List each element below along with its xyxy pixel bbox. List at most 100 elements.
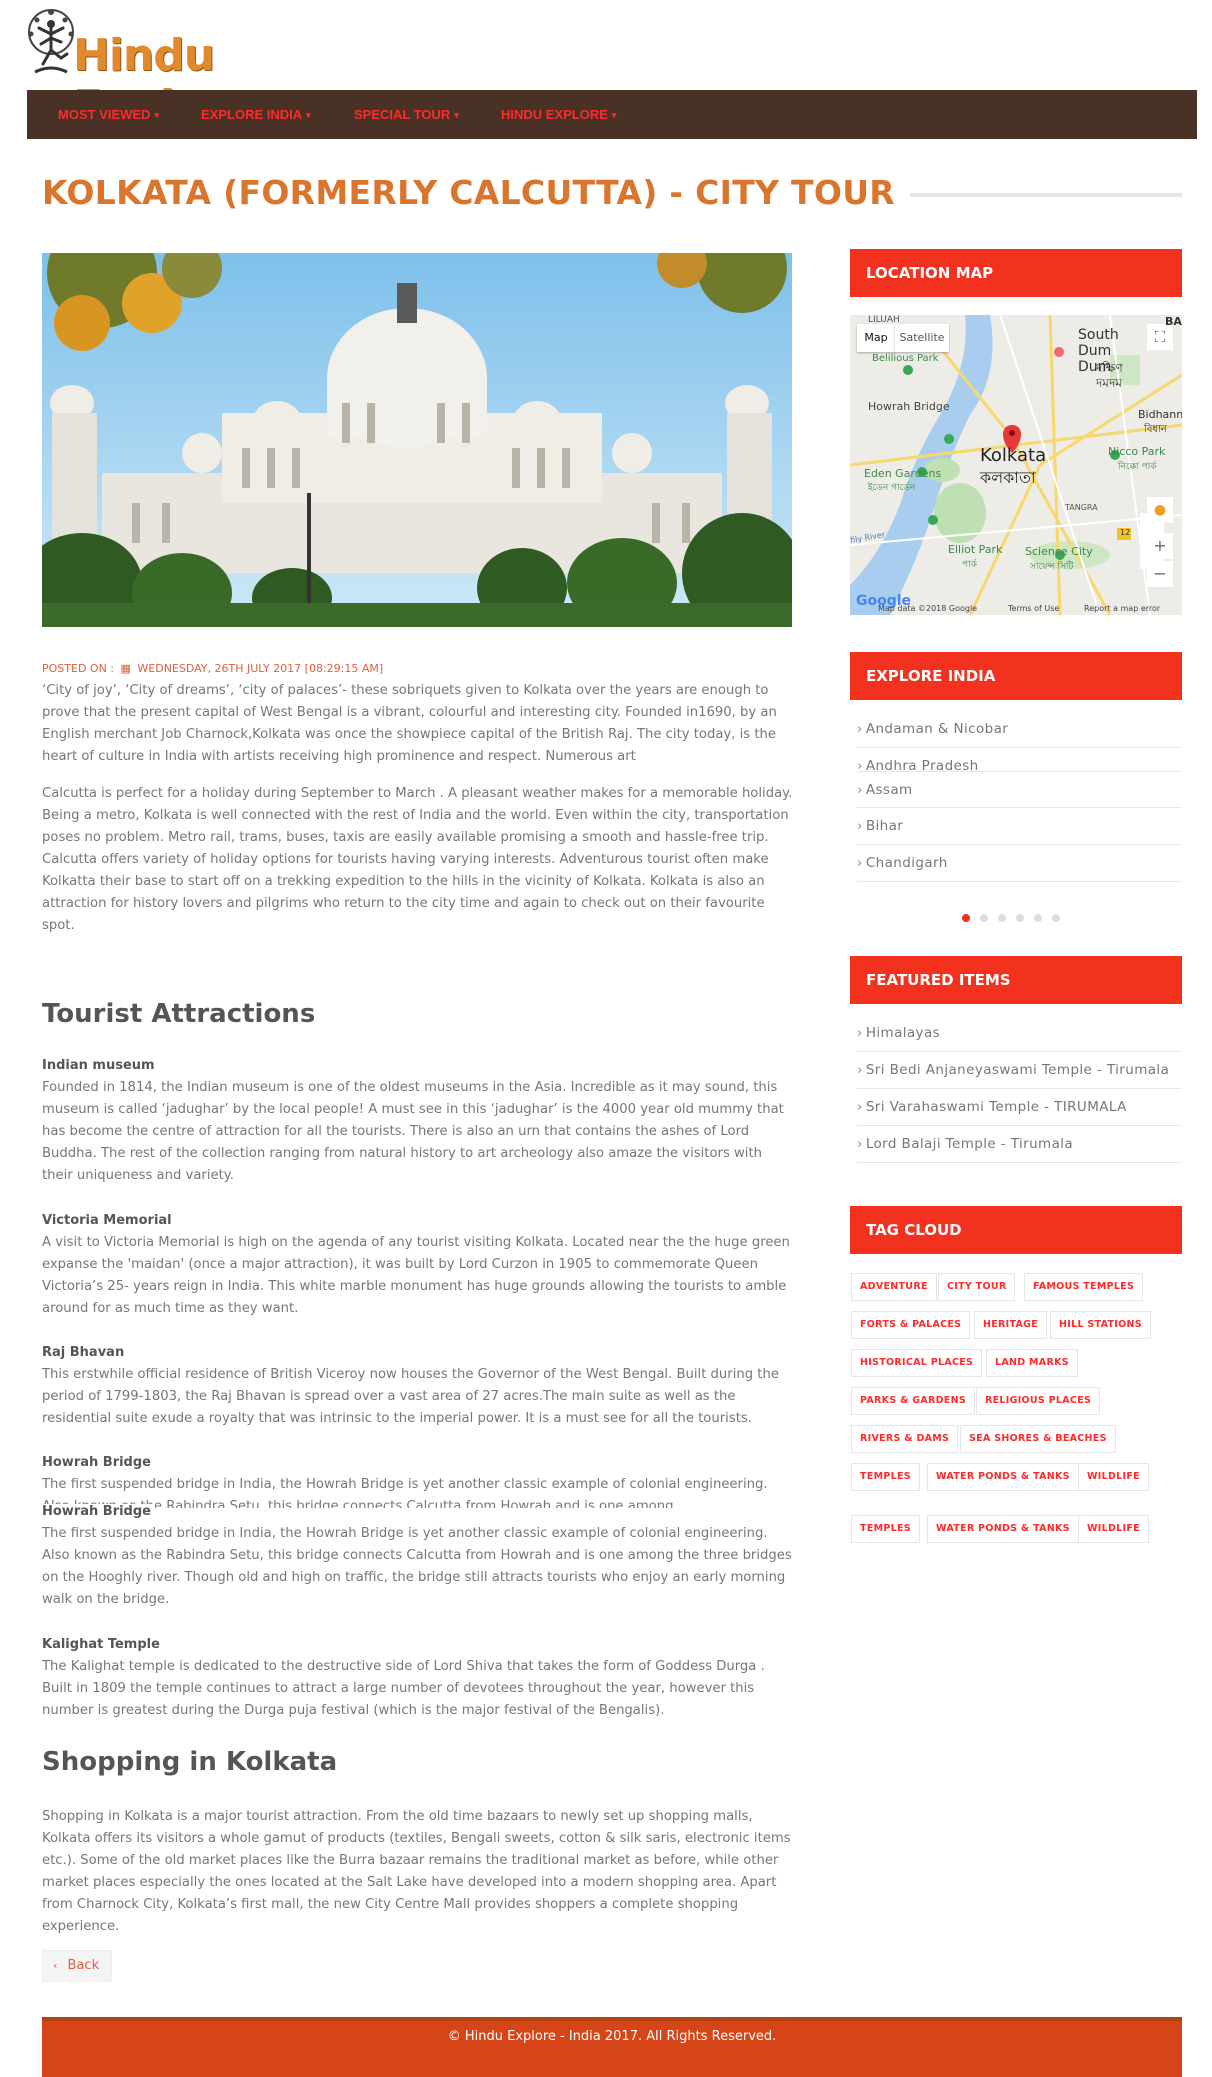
map-label: Eden Gardens [864,467,942,480]
zoom-out-button[interactable]: − [1147,561,1173,587]
carousel-dot-active[interactable] [962,914,970,922]
map-label: 12 [1120,528,1131,537]
map-label: Bidhann [1138,408,1182,421]
shopping-paragraph: Shopping in Kolkata is a major tourist a… [42,1809,791,1934]
tag-link[interactable]: TEMPLES [851,1463,920,1491]
tag-link[interactable]: CITY TOUR [938,1273,1016,1301]
attraction-text: Founded in 1814, the Indian museum is on… [42,1080,784,1183]
attraction-title: Howrah Bridge [42,1504,155,1519]
back-button[interactable]: ‹ Back [42,1950,112,1982]
tag-link[interactable]: FAMOUS TEMPLES [1024,1273,1144,1301]
intro-paragraph-1: ‘City of joy’, ‘City of dreams’, ‘city o… [42,683,777,764]
shopping-heading: Shopping in Kolkata [42,1747,338,1777]
nav-most-viewed[interactable]: MOST VIEWED ▾ [58,107,159,122]
chevron-left-icon: ‹ [53,1959,58,1972]
map-label: Howrah Bridge [868,400,950,413]
attraction-title: Victoria Memorial [42,1213,172,1228]
attraction-title: Indian museum [42,1058,155,1073]
featured-item[interactable]: › Himalayas [857,1015,1182,1052]
pegman-icon[interactable]: ● [1147,497,1173,523]
explore-india-item-label: Bihar [865,818,904,834]
explore-india-item[interactable]: › Chandigarh [857,845,1182,882]
featured-item-label: Himalayas [865,1025,941,1041]
attraction-text: This erstwhile official residence of Bri… [42,1367,779,1426]
featured-item[interactable]: › Lord Balaji Temple - Tirumala [857,1126,1182,1163]
chevron-right-icon: › [857,1062,863,1078]
explore-india-item[interactable]: › Andaman & Nicobar [857,711,1182,748]
nav-special-tour-label: SPECIAL TOUR [354,107,451,122]
map-label: পার্ক [962,560,978,570]
carousel-dot[interactable] [980,914,988,922]
explore-india-heading: EXPLORE INDIA [850,652,1182,700]
map-label: Nicco Park [1108,445,1166,458]
tag-link[interactable]: TEMPLES [851,1515,920,1543]
map-label: Kolkata [980,445,1047,466]
nav-hindu-explore-label: HINDU EXPLORE [501,107,608,122]
zoom-in-button[interactable]: + [1147,533,1173,559]
explore-india-item[interactable]: › Assam [857,771,1182,808]
tag-link[interactable]: WILDLIFE [1078,1463,1149,1491]
tag-link[interactable]: WATER PONDS & TANKS [927,1463,1079,1491]
map-label: সায়েন্স সিটি [1030,562,1074,572]
featured-item[interactable]: › Sri Varahaswami Temple - TIRUMALA [857,1089,1182,1126]
featured-item-label: Sri Varahaswami Temple - TIRUMALA [865,1099,1127,1115]
map-type-map-button[interactable]: Map [857,324,895,352]
location-map-heading: LOCATION MAP [850,249,1182,297]
tag-link[interactable]: SEA SHORES & BEACHES [960,1425,1116,1453]
chevron-right-icon: › [857,721,863,737]
attractions-heading: Tourist Attractions [42,999,316,1029]
chevron-right-icon: › [857,1099,863,1115]
map-type-satellite-button[interactable]: Satellite [895,324,949,352]
map-type-map-label: Map [864,331,888,344]
intro-paragraph-2: Calcutta is perfect for a holiday during… [42,786,793,933]
nav-special-tour[interactable]: SPECIAL TOUR ▾ [354,107,459,122]
map-type-satellite-label: Satellite [899,331,945,344]
tag-link[interactable]: RELIGIOUS PLACES [976,1387,1101,1415]
caret-down-icon: ▾ [306,110,311,121]
tag-link[interactable]: LAND MARKS [986,1349,1078,1377]
caret-down-icon: ▾ [454,110,459,121]
attraction-title: Kalighat Temple [42,1637,160,1652]
chevron-right-icon: › [857,818,863,834]
tag-link[interactable]: ADVENTURE [851,1273,937,1301]
carousel-dot[interactable] [1052,914,1060,922]
nav-hindu-explore[interactable]: HINDU EXPLORE ▾ [501,107,616,122]
map-label: বিধান [1144,424,1167,435]
tag-link[interactable]: HERITAGE [974,1311,1048,1339]
tag-cloud-heading: TAG CLOUD [850,1206,1182,1254]
explore-india-item[interactable]: › Andhra Pradesh [857,748,1182,770]
featured-item[interactable]: › Sri Bedi Anjaneyaswami Temple - Tirumal… [857,1052,1182,1089]
location-map[interactable]: Map Satellite ⛶ ● + − LILUAH BA Beliliou… [850,315,1182,615]
carousel-dot[interactable] [998,914,1006,922]
map-terms-link[interactable]: Terms of Use [1008,604,1059,613]
carousel-dot[interactable] [1016,914,1024,922]
tag-link[interactable]: HISTORICAL PLACES [851,1349,983,1377]
tag-link[interactable]: FORTS & PALACES [851,1311,971,1339]
map-label: BA [1165,315,1182,328]
map-label: দমদম [1096,376,1122,390]
caret-down-icon: ▾ [611,110,617,121]
tag-link[interactable]: RIVERS & DAMS [851,1425,959,1453]
attraction-text: The first suspended bridge in India, the… [42,1477,768,1508]
explore-india-item[interactable]: › Bihar [857,808,1182,845]
map-report-link[interactable]: Report a map error [1084,604,1160,613]
posted-on-date: WEDNESDAY, 26TH JULY 2017 [08:29:15 AM] [137,662,384,675]
tag-link[interactable]: HILL STATIONS [1050,1311,1151,1339]
map-label: LILUAH [868,315,900,325]
site-logo[interactable]: Hindu Explore [27,2,377,132]
explore-india-item-label: Chandigarh [865,855,948,871]
nav-most-viewed-label: MOST VIEWED [58,107,151,122]
featured-items-heading: FEATURED ITEMS [850,956,1182,1004]
chevron-right-icon: › [857,782,863,798]
attraction-text: A visit to Victoria Memorial is high on … [42,1235,790,1316]
posted-on-label: POSTED ON : [42,662,114,675]
tag-link[interactable]: WATER PONDS & TANKS [927,1515,1079,1543]
tag-link[interactable]: WILDLIFE [1078,1515,1149,1543]
map-label: ইডেন গার্ডেন [868,483,916,493]
tag-link[interactable]: PARKS & GARDENS [851,1387,975,1415]
carousel-dot[interactable] [1034,914,1042,922]
main-navbar: MOST VIEWED ▾ EXPLORE INDIA ▾ SPECIAL TOUR… [27,90,1197,139]
calendar-icon: ▦ [120,662,131,675]
nav-explore-india[interactable]: EXPLORE INDIA ▾ [201,107,311,122]
map-label: কলকাতা [980,468,1036,487]
